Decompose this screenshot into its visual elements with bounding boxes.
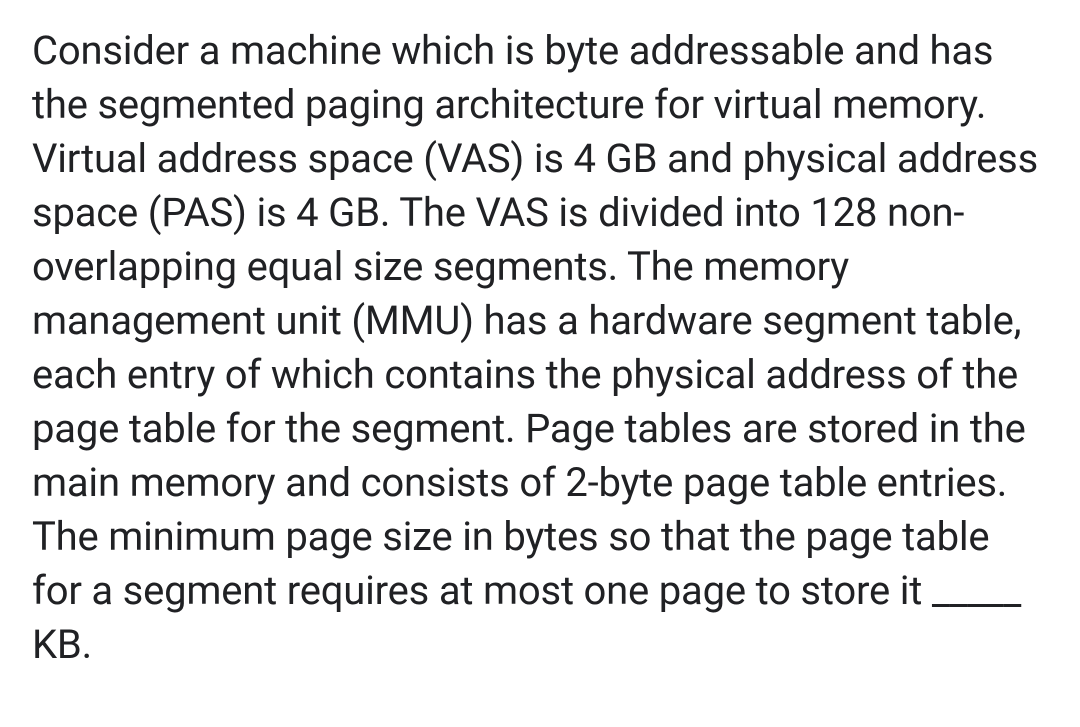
question-text: Consider a machine which is byte address… — [32, 24, 1048, 672]
